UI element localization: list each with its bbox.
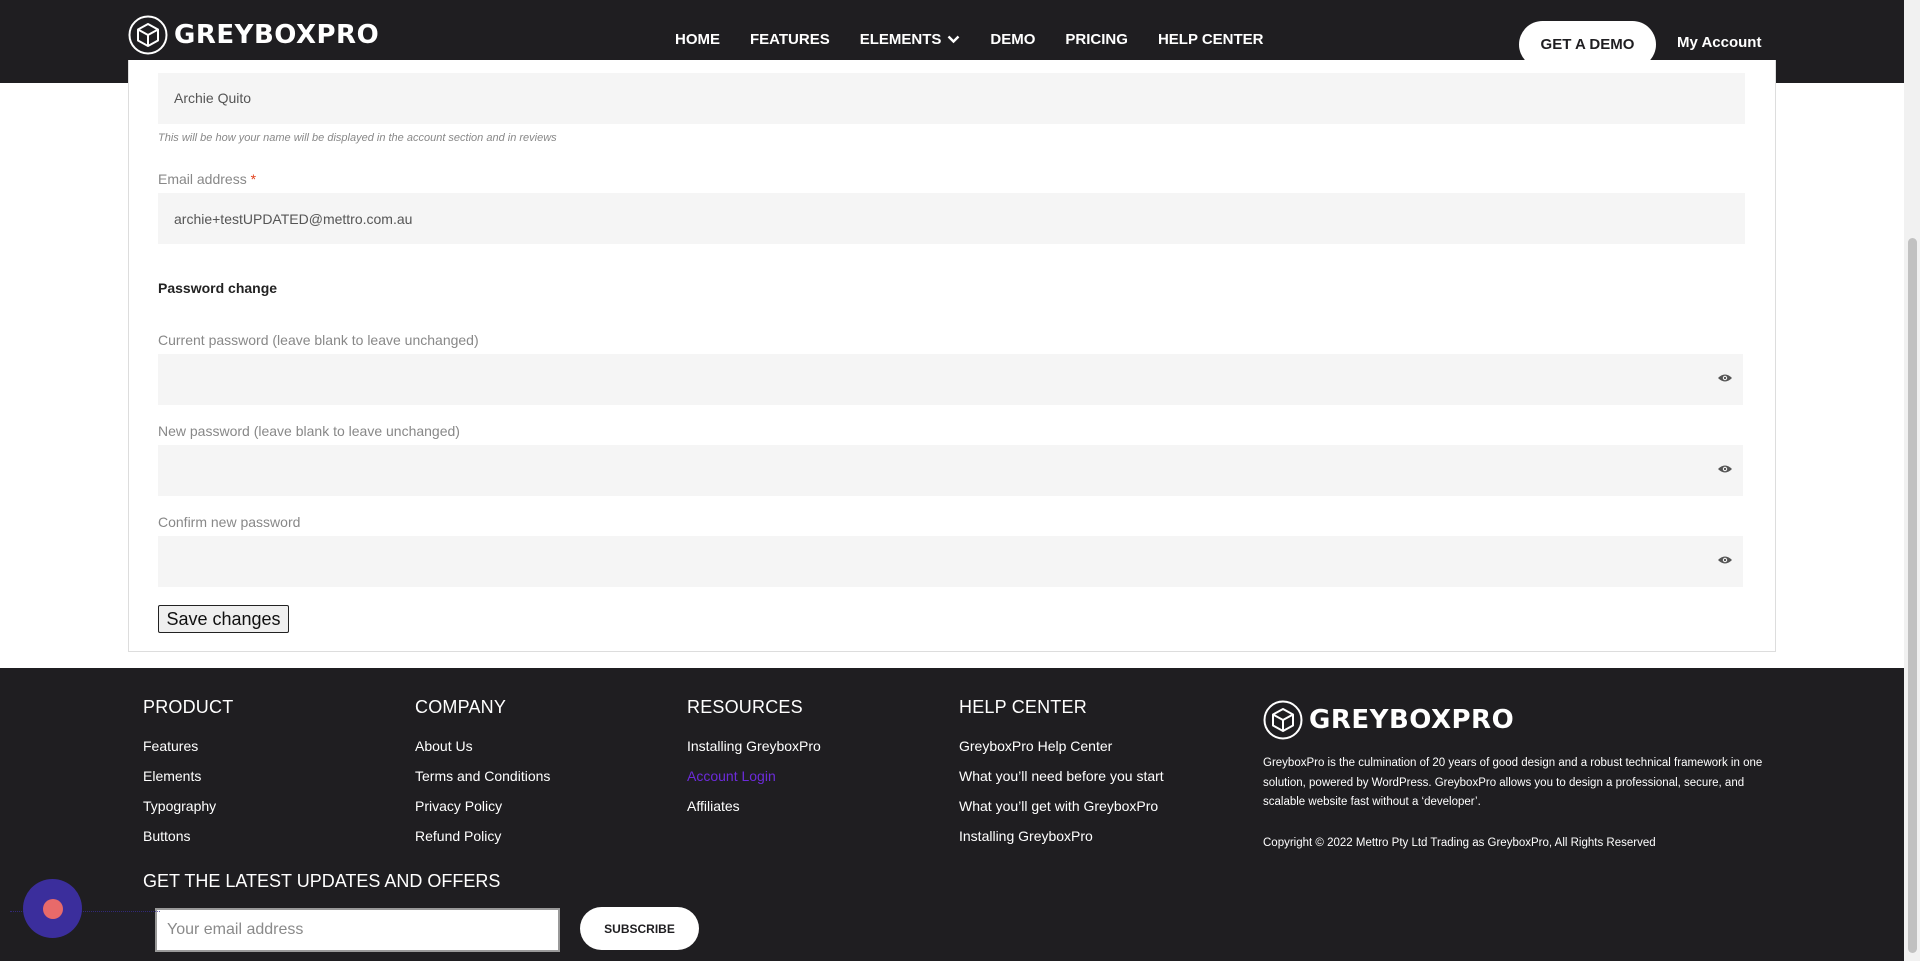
eye-icon[interactable]: [1717, 464, 1733, 474]
scrollbar-thumb[interactable]: [1908, 238, 1917, 953]
display-name-hint: This will be how your name will be displ…: [158, 132, 557, 144]
site-logo[interactable]: GREYBOXPRO: [128, 15, 379, 55]
footer-heading: HELP CENTER: [959, 697, 1087, 717]
footer-link[interactable]: Affiliates: [687, 798, 821, 814]
footer-link[interactable]: About Us: [415, 738, 550, 754]
footer-link[interactable]: Elements: [143, 768, 233, 784]
footer-link[interactable]: Refund Policy: [415, 828, 550, 844]
footer-link-account-login[interactable]: Account Login: [687, 768, 821, 784]
email-label-text: Email address: [158, 171, 247, 187]
chat-launcher-button[interactable]: [23, 879, 82, 938]
logo-text: GREYBOXPRO: [174, 20, 380, 50]
footer-heading: COMPANY: [415, 697, 507, 717]
footer-link[interactable]: Terms and Conditions: [415, 768, 550, 784]
new-password-label: New password (leave blank to leave uncha…: [158, 423, 460, 439]
nav-home[interactable]: HOME: [675, 31, 720, 48]
footer-column-company: COMPANY About Us Terms and Conditions Pr…: [415, 697, 550, 858]
nav-pricing[interactable]: PRICING: [1065, 31, 1128, 48]
page-scrollbar[interactable]: [1904, 0, 1920, 961]
newsletter-email-input[interactable]: Your email address: [155, 908, 560, 952]
nav-elements-label: ELEMENTS: [859, 31, 942, 48]
footer-heading: RESOURCES: [687, 697, 803, 717]
nav-elements[interactable]: ELEMENTS: [860, 31, 961, 48]
footer-link[interactable]: Privacy Policy: [415, 798, 550, 814]
confirm-password-label: Confirm new password: [158, 514, 301, 530]
footer-link[interactable]: Installing GreyboxPro: [687, 738, 821, 754]
email-value: archie+testUPDATED@mettro.com.au: [174, 211, 413, 227]
subscribe-button[interactable]: SUBSCRIBE: [580, 907, 699, 950]
footer-logo[interactable]: GREYBOXPRO: [1263, 700, 1514, 740]
eye-icon[interactable]: [1717, 555, 1733, 565]
required-mark: *: [250, 171, 257, 187]
nav-features[interactable]: FEATURES: [750, 31, 830, 48]
display-name-field[interactable]: [158, 73, 1745, 124]
password-change-heading: Password change: [158, 280, 278, 296]
main-nav: HOME FEATURES ELEMENTS DEMO PRICING HELP…: [675, 31, 1294, 48]
chevron-down-icon: [948, 35, 960, 44]
footer-link[interactable]: Typography: [143, 798, 233, 814]
footer-description: GreyboxPro is the culmination of 20 year…: [1263, 757, 1763, 808]
footer-link[interactable]: Installing GreyboxPro: [959, 828, 1164, 844]
nav-help-center[interactable]: HELP CENTER: [1158, 31, 1264, 48]
current-password-label: Current password (leave blank to leave u…: [158, 332, 479, 348]
new-password-field[interactable]: [158, 445, 1743, 496]
nav-demo[interactable]: DEMO: [990, 31, 1035, 48]
display-name-value: Archie Quito: [174, 90, 252, 106]
footer-heading: PRODUCT: [143, 697, 234, 717]
newsletter-heading: GET THE LATEST UPDATES AND OFFERS: [143, 871, 501, 891]
confirm-password-field[interactable]: [158, 536, 1743, 587]
site-footer: PRODUCT Features Elements Typography But…: [0, 668, 1904, 961]
eye-icon[interactable]: [1717, 373, 1733, 383]
footer-link[interactable]: GreyboxPro Help Center: [959, 738, 1164, 754]
save-changes-button[interactable]: Save changes: [158, 605, 289, 633]
footer-logo-text: GREYBOXPRO: [1309, 705, 1515, 735]
cube-logo-icon: [1263, 700, 1303, 740]
current-password-field[interactable]: [158, 354, 1743, 405]
footer-link[interactable]: What you’ll need before you start: [959, 768, 1164, 784]
footer-copyright: Copyright © 2022 Mettro Pty Ltd Trading …: [1263, 837, 1656, 849]
footer-link[interactable]: What you’ll get with GreyboxPro: [959, 798, 1164, 814]
footer-column-product: PRODUCT Features Elements Typography But…: [143, 697, 233, 858]
cube-logo-icon: [128, 15, 168, 55]
chat-icon: [42, 898, 63, 919]
footer-column-help-center: HELP CENTER GreyboxPro Help Center What …: [959, 697, 1164, 858]
footer-column-resources: RESOURCES Installing GreyboxPro Account …: [687, 697, 821, 828]
email-label: Email address *: [158, 171, 256, 187]
footer-link[interactable]: Buttons: [143, 828, 233, 844]
footer-link[interactable]: Features: [143, 738, 233, 754]
my-account-link[interactable]: My Account: [1677, 34, 1761, 51]
